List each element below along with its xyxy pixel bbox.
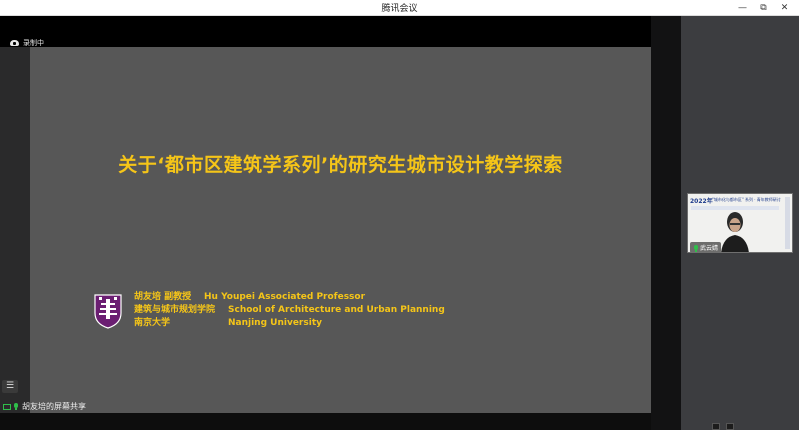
thumb-banner-strip xyxy=(691,206,779,210)
cloud-record-icon xyxy=(10,40,19,46)
author-row: 胡友培 副教授 Hu Youpei Associated Professor xyxy=(134,291,445,304)
school-cn: 建筑与城市规划学院 xyxy=(134,305,216,315)
minimize-button[interactable]: — xyxy=(732,0,753,16)
close-button[interactable]: ✕ xyxy=(774,0,795,16)
microphone-icon xyxy=(693,244,698,252)
author-name-cn: 胡友培 副教授 xyxy=(134,292,192,302)
thumb-banner-text: "城市化与都市区" 系列 · 青年教师研讨 xyxy=(712,197,781,202)
restore-button[interactable]: ⧉ xyxy=(753,0,774,16)
window-controls: — ⧉ ✕ xyxy=(732,0,795,16)
participant-video-icon xyxy=(721,212,749,252)
left-margin: ☰ xyxy=(0,47,30,413)
thumb-banner-year: 2022年 xyxy=(690,198,713,205)
nanjing-university-emblem-icon xyxy=(94,294,122,329)
layout-icon[interactable] xyxy=(726,423,734,430)
presentation-slide: 关于‘都市区建筑学系列’的研究生城市设计教学探索 胡友培 副教授 Hu Youp… xyxy=(30,47,651,413)
menu-list-icon[interactable]: ☰ xyxy=(2,380,18,393)
window-titlebar: 腾讯会议 — ⧉ ✕ xyxy=(0,0,799,16)
thumb-side-banner xyxy=(785,197,790,249)
meeting-bottombar xyxy=(0,413,651,430)
microphone-icon xyxy=(13,403,19,410)
author-name-en: Hu Youpei Associated Professor xyxy=(204,292,366,302)
panel-gutter xyxy=(651,16,681,430)
panel-bottom-controls xyxy=(712,423,734,430)
author-row: 南京大学 Nanjing University xyxy=(134,317,445,330)
slide-title: 关于‘都市区建筑学系列’的研究生城市设计教学探索 xyxy=(118,154,563,176)
participant-name: 武云婧 xyxy=(700,245,719,252)
university-en: Nanjing University xyxy=(228,318,322,328)
meeting-topbar xyxy=(0,16,651,47)
author-info: 胡友培 副教授 Hu Youpei Associated Professor 建… xyxy=(134,291,445,330)
participant-video-tile[interactable]: 2022年 "城市化与都市区" 系列 · 青年教师研讨 武云婧 xyxy=(687,193,793,253)
author-row: 建筑与城市规划学院 School of Architecture and Urb… xyxy=(134,304,445,317)
window-title: 腾讯会议 xyxy=(381,4,418,14)
shared-screen-area: 录制中 ☰ 关于‘都市区建筑学系列’的研究生城市设计教学探索 胡友培 副教授 H… xyxy=(0,16,681,430)
view-toggle-icon[interactable] xyxy=(712,423,720,430)
screen-share-indicator[interactable]: 胡友培的屏幕共享 xyxy=(3,401,86,412)
participant-name-tag: 武云婧 xyxy=(690,242,722,252)
screen-share-label: 胡友培的屏幕共享 xyxy=(22,402,86,411)
university-cn: 南京大学 xyxy=(134,318,171,328)
school-en: School of Architecture and Urban Plannin… xyxy=(228,305,445,315)
screen-share-icon xyxy=(3,403,11,410)
